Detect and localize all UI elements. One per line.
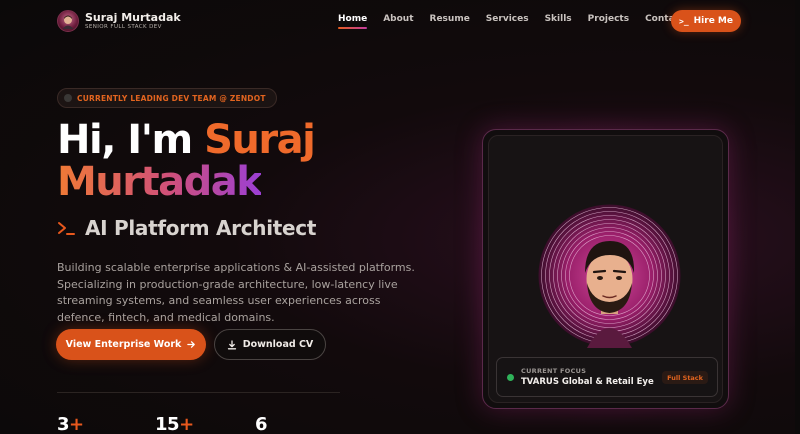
stat-value: 3: [57, 414, 70, 434]
nav-projects[interactable]: Projects: [588, 14, 629, 24]
terminal-prompt-icon: [58, 222, 75, 235]
nav-skills[interactable]: Skills: [545, 14, 572, 24]
view-enterprise-work-button[interactable]: View Enterprise Work: [56, 329, 206, 360]
view-enterprise-work-label: View Enterprise Work: [65, 339, 182, 350]
current-focus-label: CURRENT FOCUS: [521, 367, 587, 375]
hero-heading-line1: Hi, I'm Suraj: [57, 117, 316, 163]
stat-item: 3+: [57, 414, 84, 434]
profile-card: CURRENT FOCUS TVARUS Global & Retail Eye…: [482, 129, 729, 409]
hero-first-name: Suraj: [204, 117, 316, 163]
stat-item: 6: [255, 414, 268, 434]
nav-resume[interactable]: Resume: [430, 14, 470, 24]
current-focus-value: TVARUS Global & Retail Eye: [521, 377, 654, 387]
download-cv-button[interactable]: Download CV: [214, 329, 326, 360]
role-title: AI Platform Architect: [85, 216, 317, 240]
hero-description: Building scalable enterprise application…: [57, 261, 415, 324]
role-line: AI Platform Architect: [57, 216, 316, 240]
arrow-right-icon: [187, 341, 196, 348]
status-badge-text: CURRENTLY LEADING DEV TEAM @ ZENDOT: [77, 93, 266, 103]
stats-divider: [57, 392, 340, 393]
download-cv-label: Download CV: [242, 339, 314, 350]
top-nav: Suraj Murtadak SENIOR FULL STACK DEV Hom…: [0, 0, 800, 42]
stat-item: 15+: [155, 414, 194, 434]
download-icon: [227, 339, 236, 349]
stat-value: 15: [155, 414, 180, 434]
hire-me-label: Hire Me: [693, 16, 733, 26]
online-status-icon: [507, 373, 514, 381]
terminal-icon: >_: [679, 16, 689, 26]
brand-subtitle: SENIOR FULL STACK DEV: [85, 23, 162, 30]
status-badge: CURRENTLY LEADING DEV TEAM @ ZENDOT: [57, 88, 277, 108]
stat-suffix: +: [69, 414, 84, 434]
stat-suffix: +: [179, 414, 194, 434]
hero-greeting: Hi, I'm: [57, 117, 193, 163]
nav-about[interactable]: About: [383, 14, 413, 24]
nav-home[interactable]: Home: [338, 14, 368, 29]
focus-tag: Full Stack: [662, 371, 708, 384]
avatar-face-icon: [62, 15, 74, 29]
nav-links: Home About Resume Services Skills Projec…: [338, 14, 684, 29]
hire-me-button[interactable]: >_ Hire Me: [671, 10, 741, 32]
brand-avatar: [57, 10, 79, 32]
brand[interactable]: Suraj Murtadak SENIOR FULL STACK DEV: [57, 10, 181, 32]
nav-services[interactable]: Services: [486, 14, 529, 24]
hero-last-name: Murtadak: [57, 159, 263, 205]
current-focus-panel: CURRENT FOCUS TVARUS Global & Retail Eye…: [496, 357, 718, 397]
stat-value: 6: [255, 414, 268, 434]
profile-portrait: [538, 204, 681, 348]
brand-name: Suraj Murtadak: [85, 10, 181, 24]
profile-card-inner: CURRENT FOCUS TVARUS Global & Retail Eye…: [488, 135, 723, 403]
status-dot-icon: [64, 94, 72, 102]
page-scrollbar[interactable]: [795, 0, 800, 434]
